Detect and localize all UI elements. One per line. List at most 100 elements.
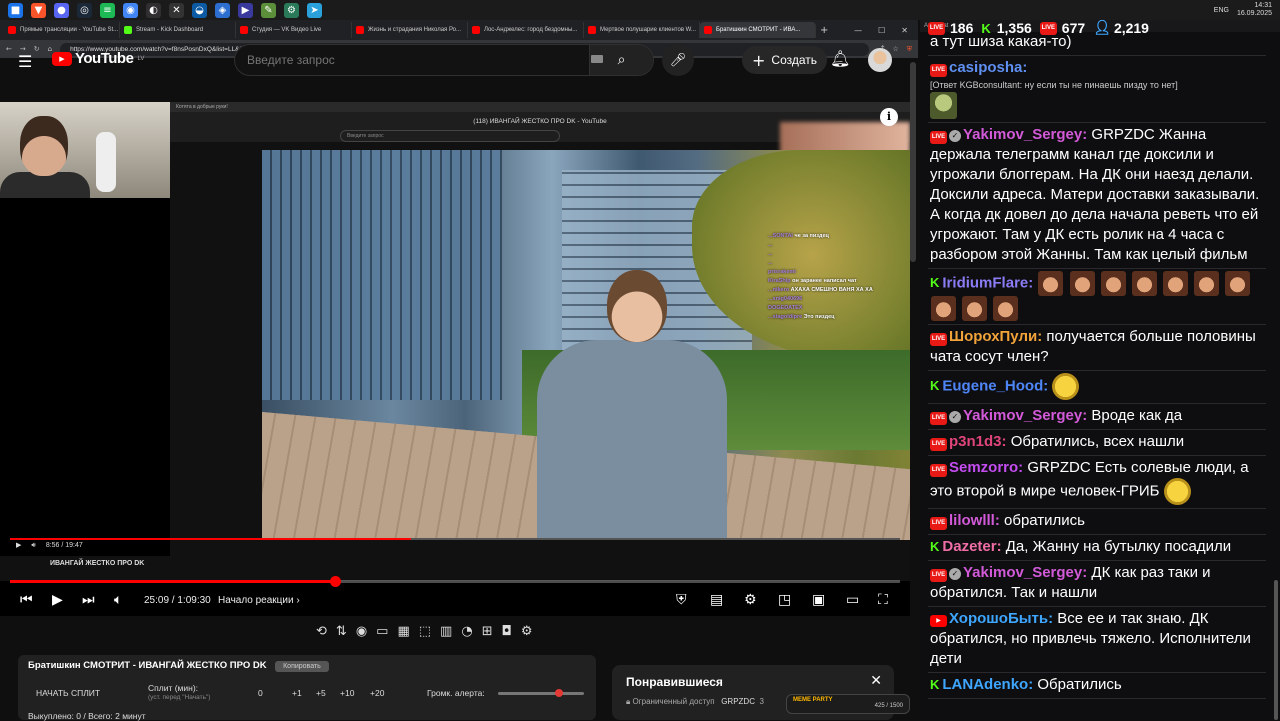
- playlist-title[interactable]: Понравившиеся: [626, 675, 880, 689]
- settings-icon[interactable]: ⚙: [744, 592, 757, 608]
- split-value[interactable]: 0: [258, 688, 263, 698]
- increment-10-button[interactable]: +10: [340, 688, 354, 698]
- fullscreen-icon[interactable]: ⛶: [878, 592, 888, 608]
- grid-icon[interactable]: ▥: [440, 624, 452, 644]
- tab-bar: Прямые трансляции - YouTube St... Stream …: [0, 20, 918, 40]
- increment-1-button[interactable]: +1: [292, 688, 302, 698]
- overlay-chat-line: ...: [768, 241, 908, 250]
- youtube-logo[interactable]: ▶ YouTube LV: [52, 50, 144, 67]
- chat-username[interactable]: Semzorro:: [949, 459, 1023, 476]
- chat-username[interactable]: IridiumFlare:: [942, 274, 1033, 291]
- chapter-title[interactable]: Начало реакции ›: [218, 595, 300, 606]
- increment-20-button[interactable]: +20: [370, 688, 384, 698]
- pip-icon[interactable]: ▣: [812, 592, 825, 608]
- overlay-chat-user: ...stagoldipre: [768, 314, 803, 320]
- sort-icon[interactable]: ⇅: [336, 624, 347, 644]
- emote-icon: [1069, 271, 1095, 296]
- speed-icon[interactable]: ◔: [461, 624, 472, 644]
- gear-icon[interactable]: ⚙: [521, 624, 533, 644]
- chat-username[interactable]: Yakimov_Sergey:: [963, 564, 1087, 581]
- chat-username[interactable]: ХорошоБыть:: [949, 610, 1053, 627]
- browser-tab[interactable]: Stream - Kick Dashboard: [120, 22, 236, 38]
- volume-icon[interactable]: 🔈︎: [114, 592, 122, 608]
- maximize-icon[interactable]: ☐: [878, 26, 885, 35]
- increment-5-button[interactable]: +5: [316, 688, 326, 698]
- video-frame[interactable]: Котята в добрые руки! (118) ИВАНГАЙ ЖЕСТ…: [170, 102, 910, 556]
- next-icon[interactable]: ⏭: [82, 592, 95, 608]
- miniplayer-icon[interactable]: ◳: [778, 592, 791, 608]
- start-icon[interactable]: ■: [8, 2, 23, 18]
- menu-icon[interactable]: ☰: [18, 52, 32, 71]
- inner-search: Введите запрос: [340, 130, 560, 142]
- previous-icon[interactable]: ⏮: [20, 592, 33, 608]
- settings-icon[interactable]: ⚙: [284, 2, 299, 18]
- logo-text: YouTube: [75, 50, 134, 67]
- minimize-icon[interactable]: —: [854, 26, 862, 35]
- brave-icon[interactable]: ▼: [31, 2, 46, 18]
- chat-username[interactable]: LANAdenko:: [942, 676, 1033, 693]
- chrome-icon[interactable]: ◉: [123, 2, 138, 18]
- chat-username[interactable]: Dazeter:: [942, 538, 1001, 555]
- create-button[interactable]: + Создать: [742, 46, 828, 74]
- broadcast-icon[interactable]: ◉: [356, 624, 367, 644]
- bell-icon[interactable]: 🔔︎: [830, 49, 850, 68]
- info-icon[interactable]: i: [880, 108, 898, 126]
- chat-username[interactable]: casiposha:: [949, 59, 1027, 76]
- browser-tab[interactable]: Мертвое полушарие клиентов W...: [584, 22, 700, 38]
- new-tab-button[interactable]: +: [820, 25, 828, 36]
- play-icon[interactable]: ▶: [52, 592, 63, 608]
- voice-search-button[interactable]: 🎤︎: [662, 44, 694, 76]
- inner-tab-label: Котята в добрые руки!: [176, 104, 228, 110]
- progress-bar[interactable]: [10, 576, 900, 587]
- start-split-button[interactable]: НАЧАТЬ СПЛИТ: [36, 688, 100, 698]
- chat-username[interactable]: Yakimov_Sergey:: [963, 407, 1087, 424]
- spotify-icon[interactable]: ≡: [100, 2, 115, 18]
- browser-tab[interactable]: Прямые трансляции - YouTube St...: [4, 22, 120, 38]
- copy-button[interactable]: Копировать: [275, 661, 329, 672]
- subtitles-icon[interactable]: ▤: [710, 592, 723, 608]
- vpn-icon[interactable]: ◈: [215, 2, 230, 18]
- page-scrollbar[interactable]: [910, 62, 916, 262]
- theater-icon[interactable]: ▭: [846, 592, 859, 608]
- chat-scrollbar[interactable]: [1274, 580, 1278, 720]
- camera-icon[interactable]: ◘: [502, 624, 512, 644]
- obs-icon[interactable]: ◐: [146, 2, 161, 18]
- tool-icon[interactable]: ✎: [261, 2, 276, 18]
- close-playlist-icon[interactable]: ✕: [870, 673, 882, 689]
- browser-tab[interactable]: Жизнь и страдания Николая Ро...: [352, 22, 468, 38]
- alert-volume-knob[interactable]: [555, 689, 564, 697]
- add-box-icon[interactable]: ⊞: [482, 624, 493, 644]
- avatar[interactable]: [868, 48, 892, 72]
- browser-tab[interactable]: Братишкин СМОТРИТ - ИВА...: [700, 22, 816, 38]
- chat-username[interactable]: Yakimov_Sergey:: [963, 126, 1087, 143]
- chat-message: LIVE lilowlll: обратились: [928, 509, 1266, 535]
- shield-icon[interactable]: ⛨: [676, 592, 687, 608]
- screen-icon[interactable]: ▭: [376, 624, 388, 644]
- crop-icon[interactable]: ⬚: [419, 624, 431, 644]
- chat-username[interactable]: lilowlll:: [949, 512, 1000, 529]
- player-icon[interactable]: ▶: [238, 2, 253, 18]
- telegram-icon[interactable]: ➤: [307, 2, 322, 18]
- language-indicator[interactable]: ENG: [1214, 7, 1229, 14]
- loop-icon[interactable]: ⟲: [316, 624, 327, 644]
- tab-favicon: [588, 26, 596, 34]
- keyboard-icon[interactable]: [591, 55, 603, 63]
- playlist-count: 3: [759, 697, 764, 706]
- chat-username[interactable]: Eugene_Hood:: [942, 377, 1048, 394]
- browser-tab[interactable]: Студия — VK Видео Live: [236, 22, 352, 38]
- steam-icon[interactable]: ◎: [77, 2, 92, 18]
- chat-username[interactable]: ШорохПули:: [949, 328, 1042, 345]
- film-icon[interactable]: ▦: [397, 624, 409, 644]
- chat-username[interactable]: p3n1d3:: [949, 433, 1007, 450]
- close-icon[interactable]: ✕: [901, 26, 908, 35]
- edge-icon[interactable]: ◒: [192, 2, 207, 18]
- browser-tab[interactable]: Лос-Анджелес: город бездомны...: [468, 22, 584, 38]
- player-controls: ⏮ ▶ ⏭ 🔈︎ 25:09 / 1:09:30 Начало реакции …: [0, 586, 910, 614]
- app-icon[interactable]: ✕: [169, 2, 184, 18]
- alert-volume-slider[interactable]: [498, 689, 584, 697]
- discord-icon[interactable]: ●: [54, 2, 69, 18]
- verified-icon: ✓: [949, 130, 961, 142]
- clock[interactable]: 14:31 16.09.2025: [1237, 2, 1272, 18]
- search-input[interactable]: [235, 53, 589, 67]
- video-player[interactable]: Котята в добрые руки! (118) ИВАНГАЙ ЖЕСТ…: [0, 102, 910, 616]
